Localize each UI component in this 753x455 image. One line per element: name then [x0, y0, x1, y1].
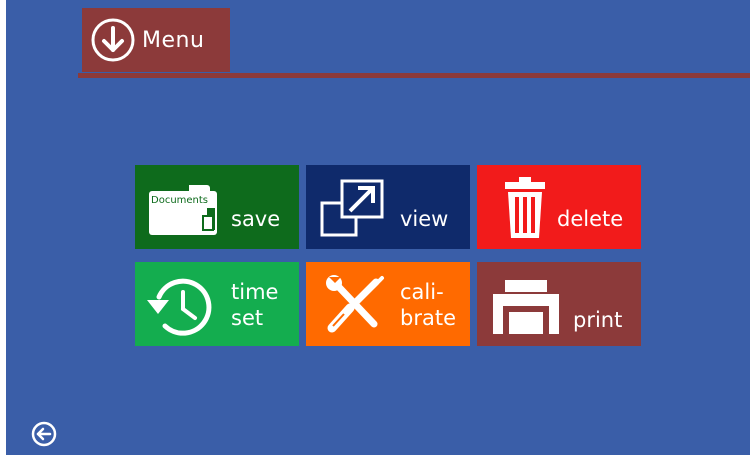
menu-button[interactable]: Menu: [82, 8, 230, 72]
left-frame-edge: [0, 0, 6, 455]
save-tile[interactable]: Documents save: [135, 165, 299, 249]
time-set-tile[interactable]: time set: [135, 262, 299, 346]
circle-arrow-left-icon: [31, 421, 57, 447]
calibrate-label-line1: cali-: [400, 280, 444, 304]
printer-icon: [493, 280, 559, 334]
back-button[interactable]: [30, 420, 58, 448]
time-set-label-line2: set: [231, 306, 264, 330]
documents-icon-text: Documents: [151, 195, 208, 206]
delete-label: delete: [557, 207, 624, 231]
calibrate-tile[interactable]: cali- brate: [306, 262, 470, 346]
delete-tile[interactable]: delete: [477, 165, 641, 249]
trash-can-icon: [505, 177, 545, 238]
time-set-label-line1: time: [231, 280, 279, 304]
wrench-screwdriver-icon: [326, 275, 384, 333]
save-label: save: [231, 207, 281, 231]
expand-window-icon: [320, 179, 384, 237]
view-label: view: [400, 207, 449, 231]
circle-arrow-down-icon: [91, 18, 135, 62]
history-clock-icon: [147, 278, 212, 336]
calibrate-label-line2: brate: [400, 306, 456, 330]
header-divider: [78, 73, 750, 78]
view-tile[interactable]: view: [306, 165, 470, 249]
print-label: print: [573, 308, 623, 332]
menu-label: Menu: [142, 27, 205, 53]
print-tile[interactable]: print: [477, 262, 641, 346]
documents-folder-icon: Documents: [149, 185, 217, 235]
